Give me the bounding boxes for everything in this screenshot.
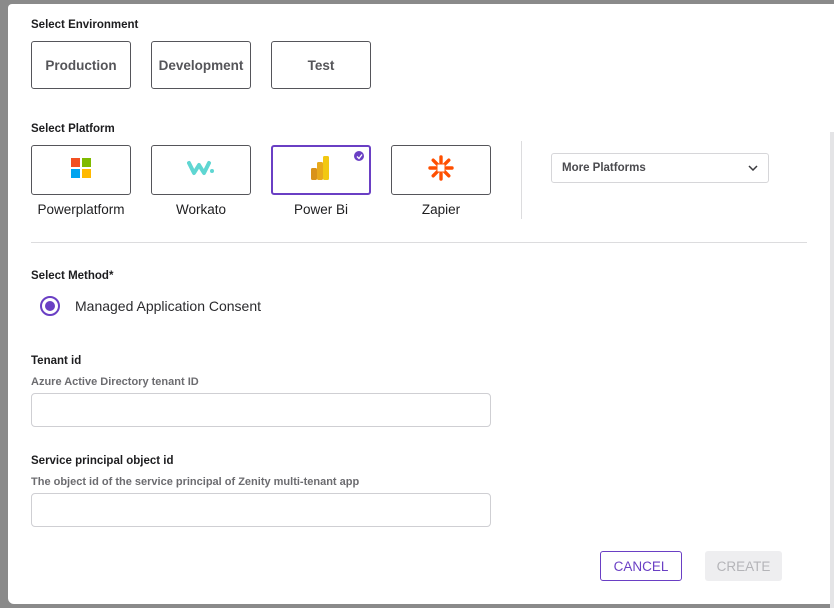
platform-label-workato: Workato: [175, 202, 227, 217]
select-method-label: Select Method*: [31, 270, 114, 282]
cancel-button[interactable]: CANCEL: [600, 551, 682, 581]
platform-card-workato[interactable]: [151, 145, 251, 195]
workato-logo-icon: [187, 158, 215, 183]
service-principal-help: The object id of the service principal o…: [31, 476, 360, 488]
zapier-logo-icon: [428, 154, 454, 186]
method-option-label: Managed Application Consent: [75, 298, 262, 314]
platform-card-zapier[interactable]: [391, 145, 491, 195]
create-button[interactable]: CREATE: [705, 551, 782, 581]
env-option-development[interactable]: Development: [151, 41, 251, 89]
more-platforms-label: More Platforms: [562, 162, 646, 174]
scrollbar-track[interactable]: [830, 132, 834, 608]
tenant-id-label: Tenant id: [31, 355, 82, 367]
platform-label-zapier: Zapier: [421, 202, 461, 217]
service-principal-input[interactable]: [31, 493, 491, 527]
select-environment-label: Select Environment: [31, 19, 139, 31]
service-principal-label: Service principal object id: [31, 455, 174, 467]
tenant-id-help: Azure Active Directory tenant ID: [31, 376, 199, 388]
tenant-id-input[interactable]: [31, 393, 491, 427]
more-platforms-dropdown[interactable]: More Platforms: [551, 153, 769, 183]
method-option-row[interactable]: Managed Application Consent: [40, 296, 261, 316]
method-radio[interactable]: [40, 296, 60, 316]
select-platform-label: Select Platform: [31, 123, 115, 135]
env-option-production[interactable]: Production: [31, 41, 131, 89]
env-option-test[interactable]: Test: [271, 41, 371, 89]
power-bi-logo-icon: [311, 155, 331, 185]
microsoft-logo-icon: [71, 157, 91, 183]
platform-card-power-bi[interactable]: [271, 145, 371, 195]
radio-selected-dot: [45, 301, 55, 311]
platform-card-powerplatform[interactable]: [31, 145, 131, 195]
selected-check-icon: [354, 151, 364, 161]
create-integration-dialog: Select Environment Production Developmen…: [8, 4, 834, 608]
section-divider: [31, 242, 807, 243]
platform-label-power-bi: Power Bi: [293, 202, 349, 217]
vertical-divider: [521, 141, 522, 219]
platform-label-powerplatform: Powerplatform: [37, 202, 125, 217]
chevron-down-icon: [748, 162, 758, 174]
